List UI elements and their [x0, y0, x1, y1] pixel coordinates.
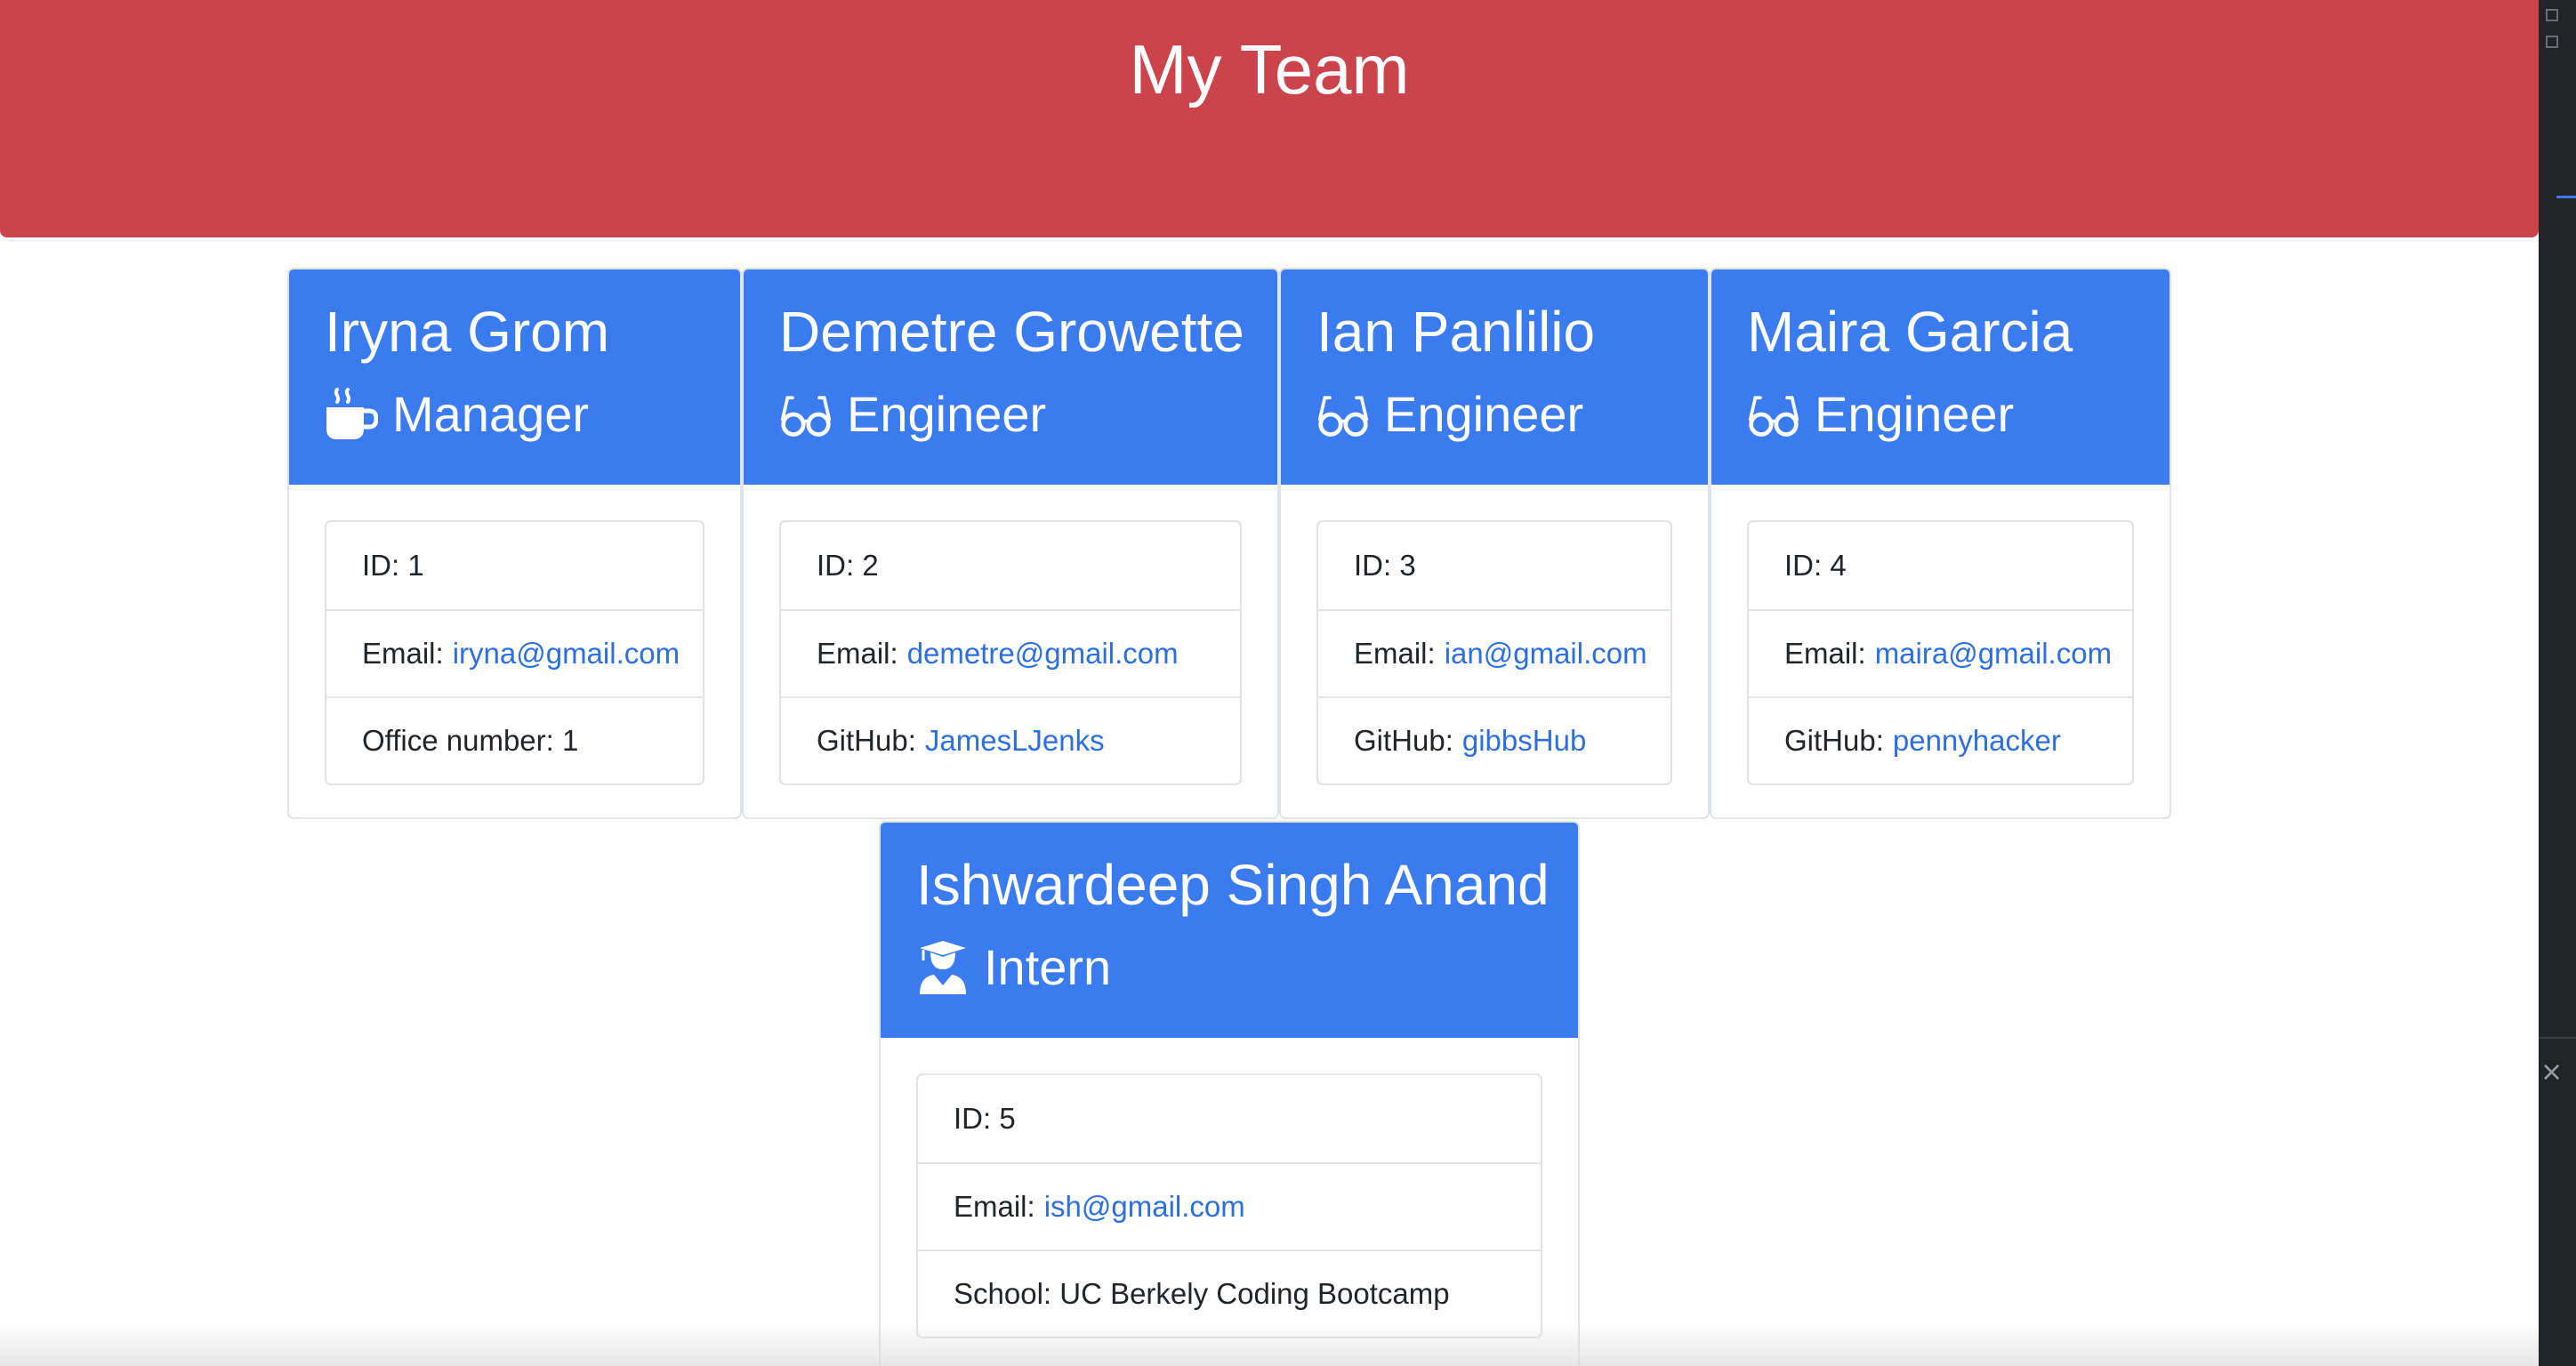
devtools-edge: [2539, 0, 2576, 1366]
employee-email: Email: maira@gmail.com: [1749, 609, 2132, 696]
employee-details: ID: 5 Email: ish@gmail.com School: UC Be…: [916, 1073, 1542, 1338]
email-label: Email:: [1354, 637, 1436, 670]
role-label: Engineer: [1815, 386, 2015, 442]
github-link[interactable]: gibbsHub: [1462, 724, 1586, 758]
email-label: Email:: [362, 637, 444, 670]
employee-name: Demetre Growette: [779, 300, 1244, 364]
github-label: GitHub:: [1354, 724, 1453, 757]
header-banner: My Team: [0, 0, 2539, 237]
employee-role: Engineer: [779, 383, 1046, 446]
role-label: Manager: [392, 386, 590, 442]
employee-card-engineer: Demetre Growette Engineer ID: 2 Email: d…: [742, 268, 1279, 819]
employee-card-engineer: Maira Garcia Engineer ID: 4 Email: maira…: [1710, 268, 2171, 819]
github-link[interactable]: pennyhacker: [1893, 724, 2061, 758]
email-label: Email:: [1784, 637, 1866, 670]
employee-role: Engineer: [1747, 383, 2014, 446]
employee-github: GitHub: JamesLJenks: [781, 696, 1240, 783]
glasses-icon: [1316, 386, 1370, 443]
employee-github: GitHub: gibbsHub: [1318, 696, 1670, 783]
email-link[interactable]: ish@gmail.com: [1044, 1190, 1245, 1224]
employee-name: Ian Panlilio: [1316, 300, 1596, 364]
github-label: GitHub:: [1784, 724, 1884, 757]
email-link[interactable]: iryna@gmail.com: [453, 637, 680, 671]
employee-details: ID: 4 Email: maira@gmail.com GitHub: pen…: [1747, 520, 2134, 785]
email-link[interactable]: ian@gmail.com: [1445, 637, 1647, 671]
card-header: Maira Garcia Engineer: [1711, 269, 2169, 485]
employee-details: ID: 2 Email: demetre@gmail.com GitHub: J…: [779, 520, 1242, 785]
role-label: Intern: [984, 939, 1112, 995]
employee-role: Engineer: [1316, 383, 1583, 446]
employee-role: Intern: [916, 936, 1111, 999]
employee-github: GitHub: pennyhacker: [1749, 696, 2132, 783]
employee-details: ID: 1 Email: iryna@gmail.com Office numb…: [325, 520, 704, 785]
employee-name: Maira Garcia: [1747, 300, 2073, 364]
email-link[interactable]: demetre@gmail.com: [907, 637, 1179, 671]
coffee-icon: [325, 386, 378, 443]
employee-card-manager: Iryna Grom Manager ID: 1 Email: iryna@gm…: [287, 268, 742, 819]
employee-role: Manager: [325, 383, 589, 446]
bottom-shadow: [0, 1322, 2539, 1366]
employee-email: Email: ian@gmail.com: [1318, 609, 1670, 696]
role-label: Engineer: [847, 386, 1047, 442]
page-title: My Team: [1129, 30, 1410, 108]
glasses-icon: [1747, 386, 1800, 443]
glasses-icon: [779, 386, 833, 443]
employee-email: Email: demetre@gmail.com: [781, 609, 1240, 696]
office-number: Office number: 1: [326, 696, 703, 783]
github-link[interactable]: JamesLJenks: [925, 724, 1105, 758]
card-header: Ian Panlilio Engineer: [1281, 269, 1708, 485]
employee-details: ID: 3 Email: ian@gmail.com GitHub: gibbs…: [1316, 520, 1672, 785]
employee-id: ID: 5: [954, 1102, 1016, 1135]
employee-card-intern: Ishwardeep Singh Anand Intern ID: 5 Emai…: [879, 821, 1580, 1366]
email-link[interactable]: maira@gmail.com: [1875, 637, 2112, 671]
role-label: Engineer: [1384, 386, 1584, 442]
graduate-icon: [916, 939, 970, 996]
employee-name: Ishwardeep Singh Anand: [916, 853, 1550, 917]
employee-id: ID: 4: [1784, 549, 1847, 582]
employee-email: Email: iryna@gmail.com: [326, 609, 703, 696]
page: My Team Iryna Grom Manager ID: 1 Email: …: [0, 0, 2539, 1366]
github-label: GitHub:: [817, 724, 916, 757]
employee-email: Email: ish@gmail.com: [918, 1162, 1541, 1249]
close-icon[interactable]: ×: [2540, 1059, 2563, 1086]
email-label: Email:: [954, 1190, 1035, 1223]
email-label: Email:: [817, 637, 898, 670]
card-header: Ishwardeep Singh Anand Intern: [881, 823, 1578, 1038]
employee-id: ID: 2: [817, 549, 879, 582]
employee-card-engineer: Ian Panlilio Engineer ID: 3 Email: ian@g…: [1279, 268, 1710, 819]
card-header: Demetre Growette Engineer: [744, 269, 1277, 485]
employee-id: ID: 1: [362, 549, 424, 582]
employee-id: ID: 3: [1354, 549, 1416, 582]
employee-name: Iryna Grom: [325, 300, 610, 364]
card-header: Iryna Grom Manager: [289, 269, 740, 485]
